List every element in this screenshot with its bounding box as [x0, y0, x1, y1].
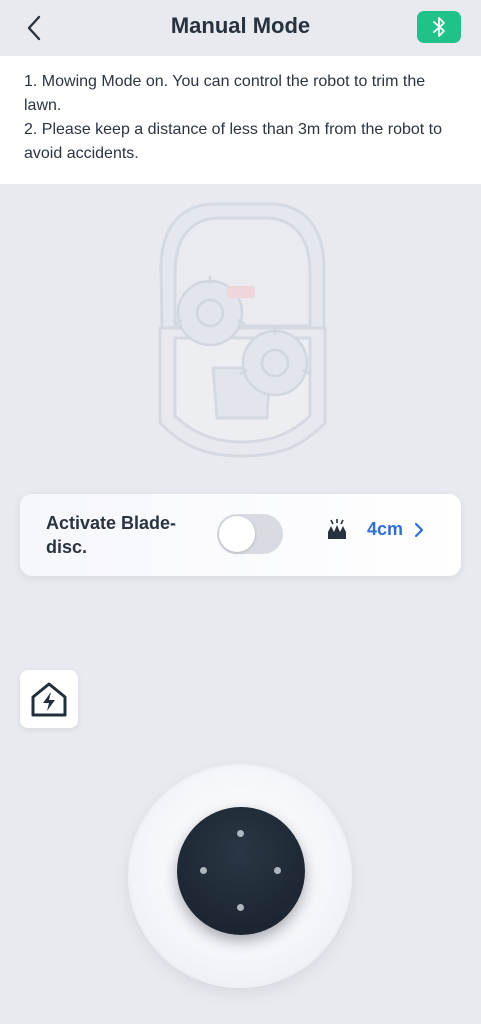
back-button[interactable]: [18, 12, 50, 44]
joystick-right-dot: [274, 867, 281, 874]
instruction-line-2: 2. Please keep a distance of less than 3…: [24, 121, 443, 162]
bluetooth-icon: [433, 17, 445, 37]
cutting-height-icon: [328, 519, 346, 539]
toggle-knob: [219, 516, 255, 552]
cutting-height-value[interactable]: 4cm: [367, 519, 403, 540]
return-to-dock-button[interactable]: [20, 670, 78, 728]
page-title: Manual Mode: [170, 13, 311, 38]
blade-disc-card: Activate Blade-disc. 4cm: [20, 494, 461, 576]
joystick-up-dot: [237, 830, 244, 837]
instruction-line-1: 1. Mowing Mode on. You can control the r…: [24, 73, 426, 114]
joystick-down-dot: [237, 904, 244, 911]
chevron-left-icon: [27, 15, 41, 41]
blade-disc-label: Activate Blade-disc.: [46, 513, 177, 557]
header-bar: Manual Mode: [0, 0, 481, 56]
recharge-dock-icon: [31, 682, 67, 717]
bluetooth-button[interactable]: [417, 11, 461, 43]
joystick-knob[interactable]: [177, 807, 305, 935]
robot-mower-illustration: [158, 202, 327, 458]
chevron-right-icon[interactable]: [412, 521, 426, 539]
joystick-left-dot: [200, 867, 207, 874]
blade-disc-toggle[interactable]: [217, 514, 283, 554]
instruction-panel: 1. Mowing Mode on. You can control the r…: [0, 56, 481, 184]
